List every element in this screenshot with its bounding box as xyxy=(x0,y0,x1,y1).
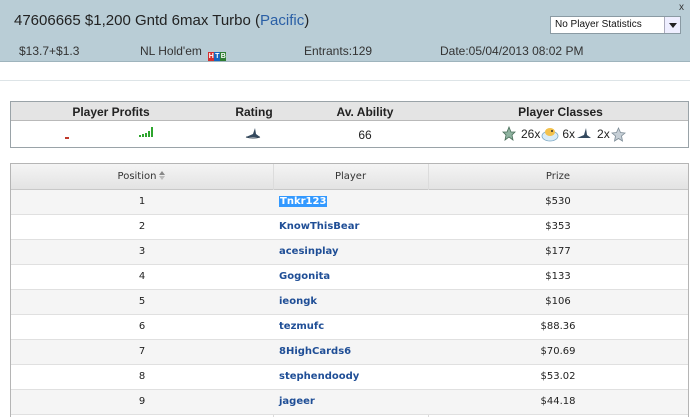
cell-prize: $106 xyxy=(545,296,571,307)
game-type: NL Hold'em HTB xyxy=(140,44,227,62)
cell-prize: $53.02 xyxy=(540,371,576,382)
profit-loss-bar-icon xyxy=(65,137,69,139)
entrants-text: Entrants:129 xyxy=(304,44,373,58)
game-type-logo-icon: HTB xyxy=(208,47,227,62)
cell-prize: $177 xyxy=(545,246,571,257)
player-statistics-select-value: No Player Statistics xyxy=(555,19,642,30)
silver-star-icon xyxy=(610,126,626,142)
game-type-text: NL Hold'em xyxy=(140,44,202,58)
tournament-results-window: 47606665 $1,200 Gntd 6max Turbo (Pacific… xyxy=(0,0,690,417)
divider xyxy=(0,80,690,81)
column-header-prize[interactable]: Prize xyxy=(428,171,688,182)
sort-icon[interactable] xyxy=(159,170,166,180)
cell-position: 5 xyxy=(138,296,146,307)
cell-position: 2 xyxy=(138,221,146,232)
summary-values-row: 66 26x 6x 2x xyxy=(11,121,688,147)
close-icon[interactable]: x xyxy=(679,3,684,13)
cell-prize: $70.69 xyxy=(540,346,576,357)
cell-prize: $88.36 xyxy=(540,321,576,332)
player-name-link[interactable]: Tnkr123 xyxy=(279,196,328,207)
game-logo-letter: B xyxy=(220,52,227,62)
column-header-position-label: Position xyxy=(117,171,157,182)
cell-position: 9 xyxy=(138,396,146,407)
class-count-star: 2x xyxy=(597,127,610,141)
cell-position: 3 xyxy=(138,246,146,257)
player-name-link[interactable]: 8HighCards6 xyxy=(279,346,351,357)
table-row[interactable]: 6 tezmufc $88.36 xyxy=(11,315,688,340)
player-name-link[interactable]: tezmufc xyxy=(279,321,324,332)
title-close-paren: ) xyxy=(304,12,310,29)
profit-gain-graph-icon xyxy=(139,127,153,137)
player-name-link[interactable]: Gogonita xyxy=(279,271,330,282)
network-link[interactable]: Pacific xyxy=(260,12,304,29)
player-statistics-select[interactable]: No Player Statistics xyxy=(550,16,681,34)
summary-header-row: Player Profits Rating Av. Ability Player… xyxy=(11,102,688,121)
class-count-shark: 6x xyxy=(562,127,576,141)
column-header-player[interactable]: Player xyxy=(273,171,428,182)
shark-icon xyxy=(245,128,261,139)
buyin-text: $13.7+$1.3 xyxy=(19,44,80,58)
cell-prize: $44.18 xyxy=(540,396,576,407)
table-row[interactable]: 8 stephendoody $53.02 xyxy=(11,365,688,390)
table-row[interactable]: 7 8HighCards6 $70.69 xyxy=(11,340,688,365)
table-row[interactable]: 1 Tnkr123 $530 xyxy=(11,190,688,215)
table-row[interactable]: 3 acesinplay $177 xyxy=(11,240,688,265)
cell-prize: $353 xyxy=(545,221,571,232)
results-table: Position Player Prize 1 Tnkr123 $530 2 KnowT… xyxy=(10,163,689,417)
tournament-header: 47606665 $1,200 Gntd 6max Turbo (Pacific… xyxy=(0,0,690,62)
tournament-id: 47606665 xyxy=(14,12,81,29)
tournament-name: $1,200 Gntd 6max Turbo ( xyxy=(80,12,261,29)
average-ability-value: 66 xyxy=(358,128,372,142)
player-name-link[interactable]: KnowThisBear xyxy=(279,221,359,232)
table-row[interactable]: 5 ieongk $106 xyxy=(11,290,688,315)
chevron-down-icon[interactable] xyxy=(664,17,680,33)
player-name-link[interactable]: jageer xyxy=(279,396,315,407)
player-name-link[interactable]: acesinplay xyxy=(279,246,339,257)
cell-prize: $530 xyxy=(545,196,571,207)
cell-position: 7 xyxy=(138,346,146,357)
player-classes-list: 26x 6x 2x xyxy=(501,124,627,144)
fish-bowl-icon xyxy=(541,128,559,142)
results-header-row: Position Player Prize xyxy=(11,164,688,190)
tournament-summary-table: Player Profits Rating Av. Ability Player… xyxy=(10,101,689,148)
table-row[interactable]: 2 KnowThisBear $353 xyxy=(11,215,688,240)
cell-prize: $133 xyxy=(545,271,571,282)
header-player-classes: Player Classes xyxy=(518,105,603,119)
header-average-ability: Av. Ability xyxy=(336,105,394,119)
cell-position: 4 xyxy=(138,271,146,282)
player-name-link[interactable]: stephendoody xyxy=(279,371,359,382)
cell-position: 1 xyxy=(138,196,146,207)
header-player-profits: Player Profits xyxy=(72,105,150,119)
results-rows: 1 Tnkr123 $530 2 KnowThisBear $353 3 acesinplay… xyxy=(11,190,688,415)
star-badge-icon xyxy=(502,126,516,141)
header-rating: Rating xyxy=(235,105,273,119)
player-name-link[interactable]: ieongk xyxy=(279,296,317,307)
tournament-title: 47606665 $1,200 Gntd 6max Turbo (Pacific… xyxy=(14,12,309,29)
date-text: Date:05/04/2013 08:02 PM xyxy=(440,44,584,58)
cell-position: 8 xyxy=(138,371,146,382)
shark-icon xyxy=(577,128,592,138)
table-row[interactable]: 9 jageer $44.18 xyxy=(11,390,688,415)
table-row[interactable]: 4 Gogonita $133 xyxy=(11,265,688,290)
class-count-fish: 26x xyxy=(521,127,541,141)
cell-position: 6 xyxy=(138,321,146,332)
column-header-position[interactable]: Position xyxy=(11,170,273,182)
